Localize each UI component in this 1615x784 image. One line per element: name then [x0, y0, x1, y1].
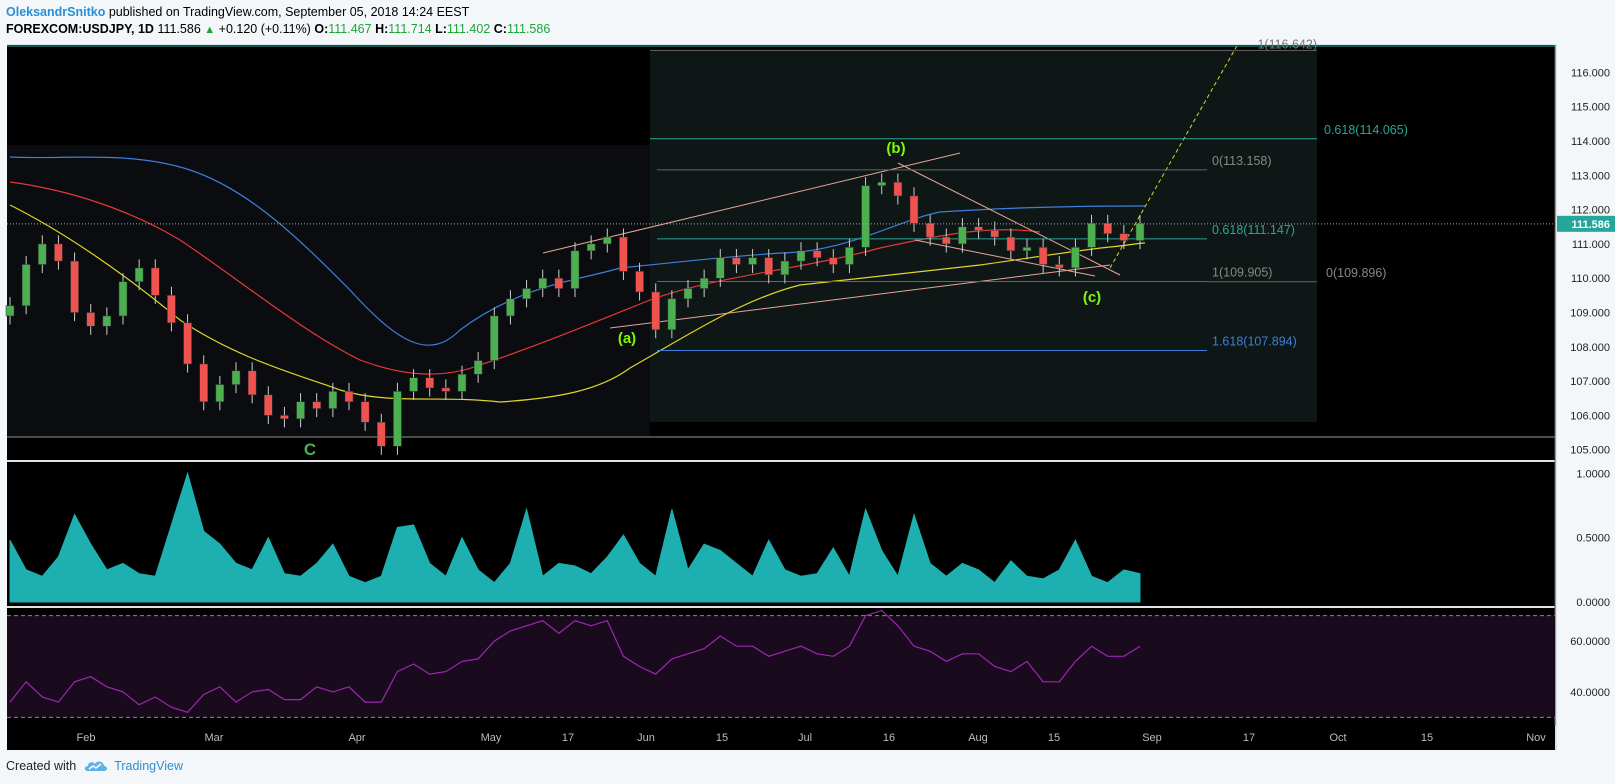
wave-label: (b)	[886, 140, 905, 157]
candle	[70, 252, 79, 322]
time-tick-label: Nov	[1526, 732, 1546, 744]
last-price-tag-label: 111.586	[1571, 219, 1610, 231]
fib-label: 1(116.642)	[1257, 37, 1317, 51]
time-tick-label: Sep	[1142, 732, 1162, 744]
price-tick-label: 111.000	[1572, 239, 1610, 251]
channel-zone	[7, 145, 650, 436]
fib-label: 0.618(114.065)	[1324, 123, 1408, 137]
price-tick-label: 108.000	[1570, 342, 1610, 354]
rsi-chart	[7, 609, 1555, 718]
footer: Created with TradingView	[6, 759, 183, 773]
rsi-tick-label: 40.0000	[1570, 687, 1610, 699]
price-tick-label: 114.000	[1571, 136, 1610, 148]
wave-label: (a)	[618, 330, 636, 347]
time-tick-label: Apr	[348, 732, 365, 744]
candle	[393, 382, 402, 455]
price-tick-label: 109.000	[1570, 308, 1610, 320]
price-tick-label: 113.000	[1571, 170, 1610, 182]
chart-canvas[interactable]: 1(116.642) 0.618(114.065) 0(113.158) 0.618(…	[0, 0, 1615, 784]
fib-label: 0(109.896)	[1326, 266, 1386, 280]
time-tick-label: 15	[1421, 732, 1433, 744]
time-tick-label: 17	[562, 732, 574, 744]
fib-label: 0.618(111.147)	[1212, 223, 1295, 237]
rsi-band-fill	[7, 615, 1555, 718]
tradingview-link[interactable]: TradingView	[84, 759, 183, 773]
time-tick-label: 15	[716, 732, 728, 744]
price-tick-label: 115.000	[1571, 102, 1610, 114]
volatility-tick-label: 0.5000	[1576, 533, 1610, 545]
rsi-tick-label: 60.0000	[1570, 636, 1610, 648]
fib-label: 1(109.905)	[1212, 265, 1272, 279]
tradingview-cloud-icon	[85, 761, 108, 771]
created-with-text: Created with	[6, 759, 77, 773]
candle	[490, 307, 499, 370]
time-axis[interactable]	[7, 725, 1555, 750]
time-tick-label: 16	[883, 732, 895, 744]
price-tick-label: 110.000	[1571, 273, 1610, 285]
wave-label: (c)	[1083, 289, 1101, 306]
time-tick-label: May	[481, 732, 502, 744]
time-tick-label: Jun	[637, 732, 655, 744]
price-tick-label: 107.000	[1570, 376, 1610, 388]
time-tick-label: Mar	[205, 732, 224, 744]
wave-label: C	[304, 440, 316, 459]
volatility-tick-label: 1.0000	[1576, 468, 1610, 480]
candle	[183, 314, 192, 373]
volatility-tick-label: 0.0000	[1576, 597, 1610, 609]
candle	[861, 177, 870, 256]
time-tick-label: Oct	[1329, 732, 1346, 744]
price-tick-label: 106.000	[1570, 410, 1610, 422]
candle	[21, 255, 31, 315]
time-tick-label: 15	[1048, 732, 1060, 744]
time-tick-label: Feb	[77, 732, 96, 744]
price-tick-label: 112.000	[1571, 205, 1610, 217]
tradingview-brand: TradingView	[114, 759, 183, 773]
time-tick-label: Jul	[798, 732, 812, 744]
fib-label: 1.618(107.894)	[1212, 334, 1297, 348]
time-tick-label: 17	[1243, 732, 1255, 744]
price-tick-label: 105.000	[1570, 445, 1610, 457]
fib-label: 0(113.158)	[1212, 154, 1272, 168]
time-tick-label: Aug	[968, 732, 988, 744]
price-tick-label: 116.000	[1571, 67, 1610, 79]
